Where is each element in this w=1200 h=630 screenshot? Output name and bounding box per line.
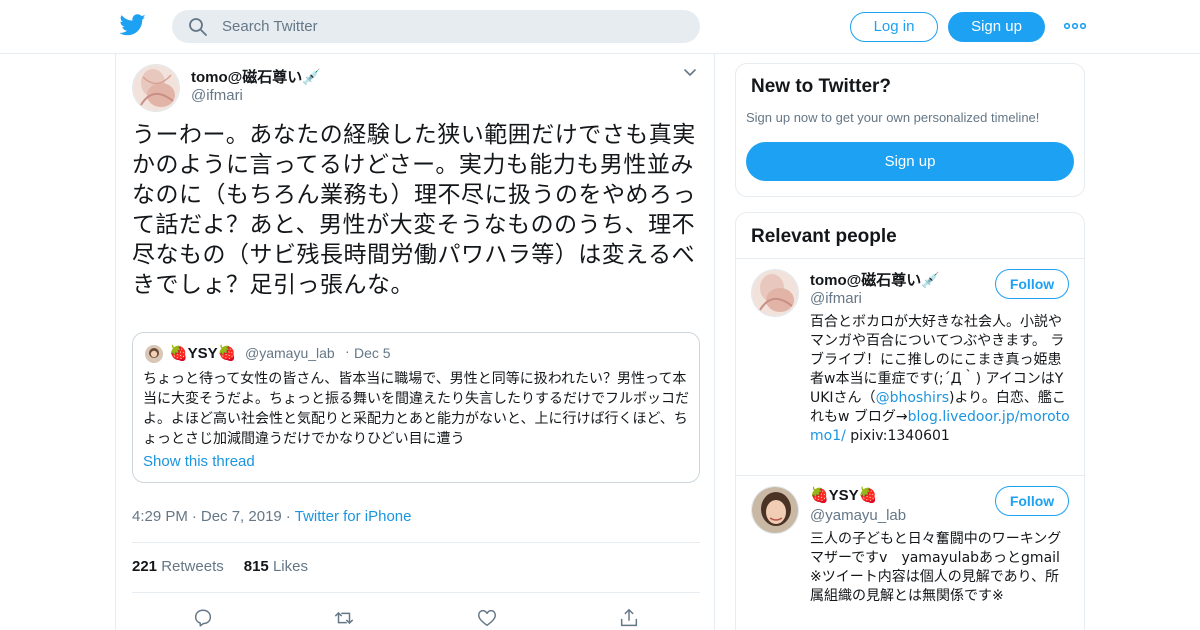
twitter-bird-logo-icon[interactable] <box>120 13 146 37</box>
separator-dot: · <box>191 508 197 525</box>
tweet-stats: 221 Retweets 815 Likes <box>132 558 308 575</box>
like-icon[interactable] <box>476 607 498 629</box>
card-title: New to Twitter? <box>751 76 892 97</box>
author-name[interactable]: tomo@磁石尊い💉 <box>191 66 321 87</box>
tweet-time[interactable]: 4:29 PM <box>132 508 188 525</box>
more-dots-icon[interactable] <box>1064 18 1086 34</box>
tweet-text: うーわー。あなたの経験した狭い範囲だけでさも真実かのように言ってるけどさー。実力… <box>132 122 696 298</box>
search-icon <box>189 18 207 36</box>
likes-label: Likes <box>272 558 308 575</box>
avatar-image <box>752 270 798 316</box>
divider <box>132 592 700 593</box>
person-handle[interactable]: @yamayu_lab <box>810 507 906 524</box>
quoted-author-handle: @yamayu_lab <box>245 345 335 361</box>
author-handle[interactable]: @ifmari <box>191 87 243 104</box>
divider <box>132 542 700 543</box>
avatar[interactable] <box>132 64 180 112</box>
avatar-image <box>752 487 798 533</box>
separator-dot: · <box>285 508 291 525</box>
likes-stat[interactable]: 815 Likes <box>244 558 308 575</box>
sidebar-signup-button[interactable]: Sign up <box>746 142 1074 181</box>
show-thread-link[interactable]: Show this thread <box>143 453 255 470</box>
card-subtitle: Sign up now to get your own personalized… <box>746 110 1040 125</box>
retweets-label: Retweets <box>161 558 224 575</box>
tweet-date[interactable]: Dec 7, 2019 <box>201 508 282 525</box>
likes-count: 815 <box>243 558 269 575</box>
person-handle[interactable]: @ifmari <box>810 290 862 307</box>
person-name[interactable]: 🍓YSY🍓 <box>810 486 877 504</box>
relevant-people-card: Relevant people tomo@磁石尊い💉 @ifmari Follo… <box>735 212 1085 630</box>
retweet-icon[interactable] <box>333 607 355 629</box>
quoted-tweet[interactable]: 🍓YSY🍓 @yamayu_lab · Dec 5 ちょっと待って女性の皆さん、… <box>132 332 700 483</box>
quoted-avatar <box>145 345 163 363</box>
top-navigation-bar: Log in Sign up <box>0 0 1200 54</box>
bio-mention-link[interactable]: @bhoshirs <box>876 390 949 406</box>
reply-icon[interactable] <box>192 607 214 629</box>
chevron-down-icon[interactable] <box>683 68 697 78</box>
quoted-date: Dec 5 <box>354 345 391 361</box>
person-bio: 百合とボカロが大好きな社会人。小説やマンガや百合についてつぶやきます。 ラブライ… <box>810 313 1072 446</box>
tweet-source-link[interactable]: Twitter for iPhone <box>295 508 412 525</box>
signup-button[interactable]: Sign up <box>948 12 1045 42</box>
divider <box>736 258 1084 259</box>
separator-dot: · <box>345 343 350 359</box>
retweets-count: 221 <box>132 558 158 575</box>
avatar-image <box>133 65 179 111</box>
follow-button[interactable]: Follow <box>995 486 1069 516</box>
follow-button[interactable]: Follow <box>995 269 1069 299</box>
avatar[interactable] <box>751 269 799 317</box>
search-input[interactable] <box>222 10 682 43</box>
tweet-detail: tomo@磁石尊い💉 @ifmari うーわー。あなたの経験した狭い範囲だけでさ… <box>115 54 715 630</box>
share-icon[interactable] <box>618 607 640 629</box>
search-box[interactable] <box>172 10 700 43</box>
divider <box>736 475 1084 476</box>
card-title: Relevant people <box>751 226 897 247</box>
bio-text: pixiv:1340601 <box>845 428 950 444</box>
person-name[interactable]: tomo@磁石尊い💉 <box>810 269 940 290</box>
login-button[interactable]: Log in <box>850 12 938 42</box>
quoted-text: ちょっと待って女性の皆さん、皆本当に職場で、男性と同等に扱われたい？男性って本当… <box>143 371 689 447</box>
retweets-stat[interactable]: 221 Retweets <box>132 558 224 575</box>
tweet-metadata: 4:29 PM · Dec 7, 2019 · Twitter for iPhone <box>132 508 411 525</box>
quoted-author-name: 🍓YSY🍓 <box>169 345 237 362</box>
avatar[interactable] <box>751 486 799 534</box>
person-bio: 三人の子どもと日々奮闘中のワーキングマザーですv yamayulabあっとgma… <box>810 531 1062 604</box>
new-to-twitter-card: New to Twitter? Sign up now to get your … <box>735 63 1085 197</box>
